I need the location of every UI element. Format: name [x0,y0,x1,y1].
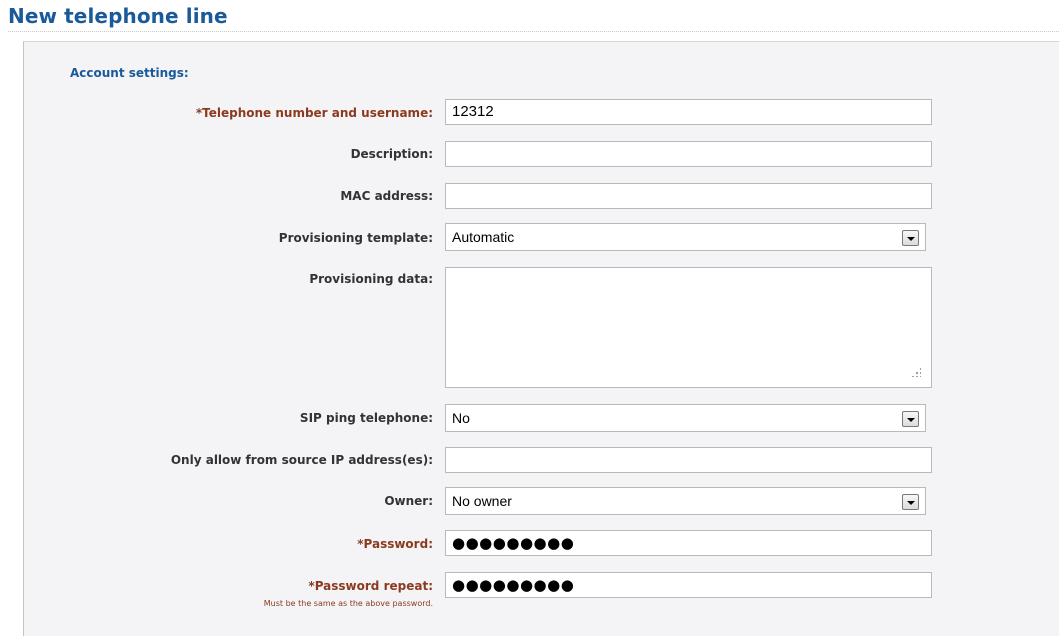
description-label: Description: [350,147,433,161]
page-title: New telephone line [8,4,228,28]
sip-ping-telephone-selected-value: No [452,410,470,426]
new-telephone-line-page: New telephone line Account settings: *Te… [0,0,1059,636]
sip-ping-telephone-select[interactable]: No [445,404,926,432]
source-ip-label: Only allow from source IP address(es): [170,453,433,467]
mac-address-label: MAC address: [340,189,433,203]
source-ip-input[interactable] [445,447,932,473]
provisioning-data-label: Provisioning data: [309,272,433,286]
provisioning-template-selected-value: Automatic [452,229,515,245]
chevron-down-icon[interactable] [902,230,919,246]
title-divider [8,31,1059,32]
chevron-down-icon[interactable] [902,411,919,427]
password-input[interactable]: ●●●●●●●●● [445,530,932,556]
telephone-number-input[interactable]: 12312 [445,99,932,125]
password-label: *Password: [357,537,433,551]
owner-label: Owner: [384,494,433,508]
sip-ping-telephone-label: SIP ping telephone: [299,411,433,425]
description-input[interactable] [445,141,932,167]
chevron-down-icon[interactable] [902,494,919,510]
password-repeat-label: *Password repeat: [308,579,433,593]
telephone-number-label: *Telephone number and username: [195,106,433,120]
owner-selected-value: No owner [452,493,512,509]
owner-select[interactable]: No owner [445,487,926,515]
section-title-account-settings: Account settings: [70,66,189,80]
provisioning-data-textarea[interactable] [445,267,932,388]
password-repeat-input[interactable]: ●●●●●●●●● [445,572,932,598]
password-repeat-hint: Must be the same as the above password. [263,599,433,608]
resize-grip-icon[interactable] [911,367,921,377]
provisioning-template-select[interactable]: Automatic [445,223,926,251]
mac-address-input[interactable] [445,183,932,209]
provisioning-template-label: Provisioning template: [278,231,433,245]
